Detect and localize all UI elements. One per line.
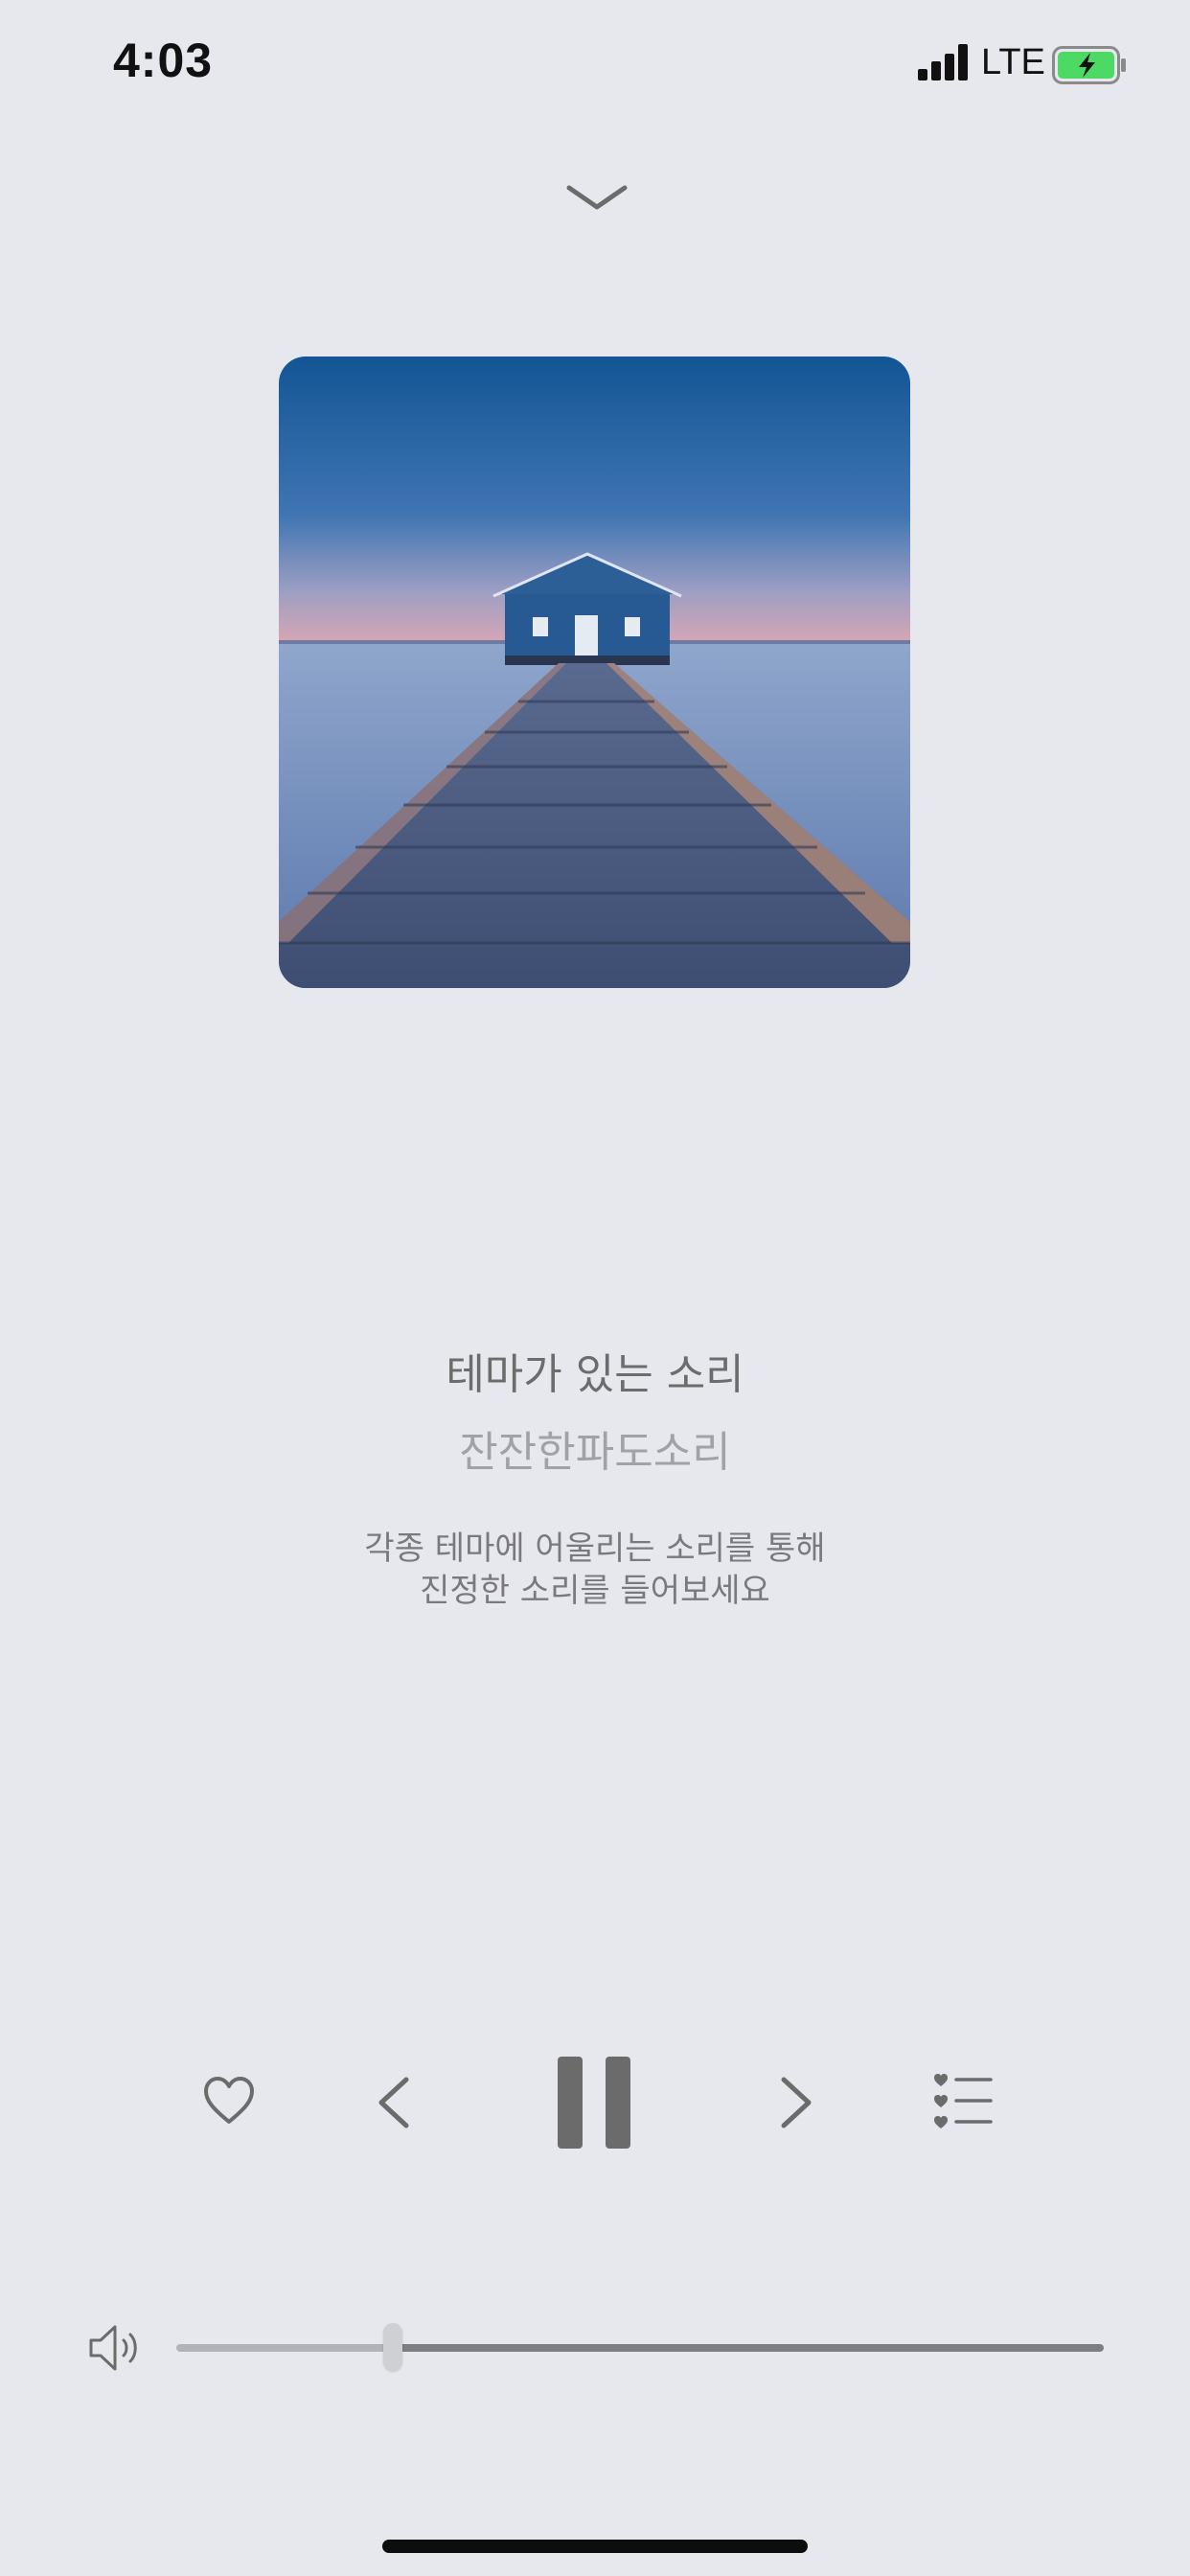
speaker-icon[interactable] (88, 2323, 144, 2373)
description-line-1: 각종 테마에 어울리는 소리를 통해 (364, 1530, 826, 1568)
track-subtitle: 잔잔한파도소리 (459, 1428, 731, 1477)
pause-bar-left (558, 2057, 583, 2149)
volume-slider-track[interactable] (393, 2344, 1104, 2352)
home-indicator (382, 2540, 808, 2553)
pause-bar-right (606, 2057, 630, 2149)
pause-button[interactable] (558, 2057, 630, 2149)
status-time: 4:03 (113, 34, 214, 87)
track-description: 각종 테마에 어울리는 소리를 통해 진정한 소리를 들어보세요 (0, 1528, 1190, 1612)
network-label: LTE (981, 42, 1045, 82)
chevron-down-icon[interactable] (565, 180, 629, 215)
description-line-2: 진정한 소리를 들어보세요 (420, 1572, 770, 1610)
album-artwork (279, 356, 910, 988)
previous-icon[interactable] (374, 2070, 412, 2135)
battery-charging-icon (1052, 46, 1127, 84)
signal-icon (918, 44, 970, 80)
track-title: 테마가 있는 소리 (446, 1350, 744, 1399)
next-icon[interactable] (778, 2070, 816, 2135)
volume-slider-filled[interactable] (176, 2344, 393, 2352)
heart-icon[interactable] (203, 2070, 255, 2135)
volume-slider-thumb[interactable] (383, 2323, 402, 2371)
playlist-icon[interactable] (933, 2070, 993, 2135)
